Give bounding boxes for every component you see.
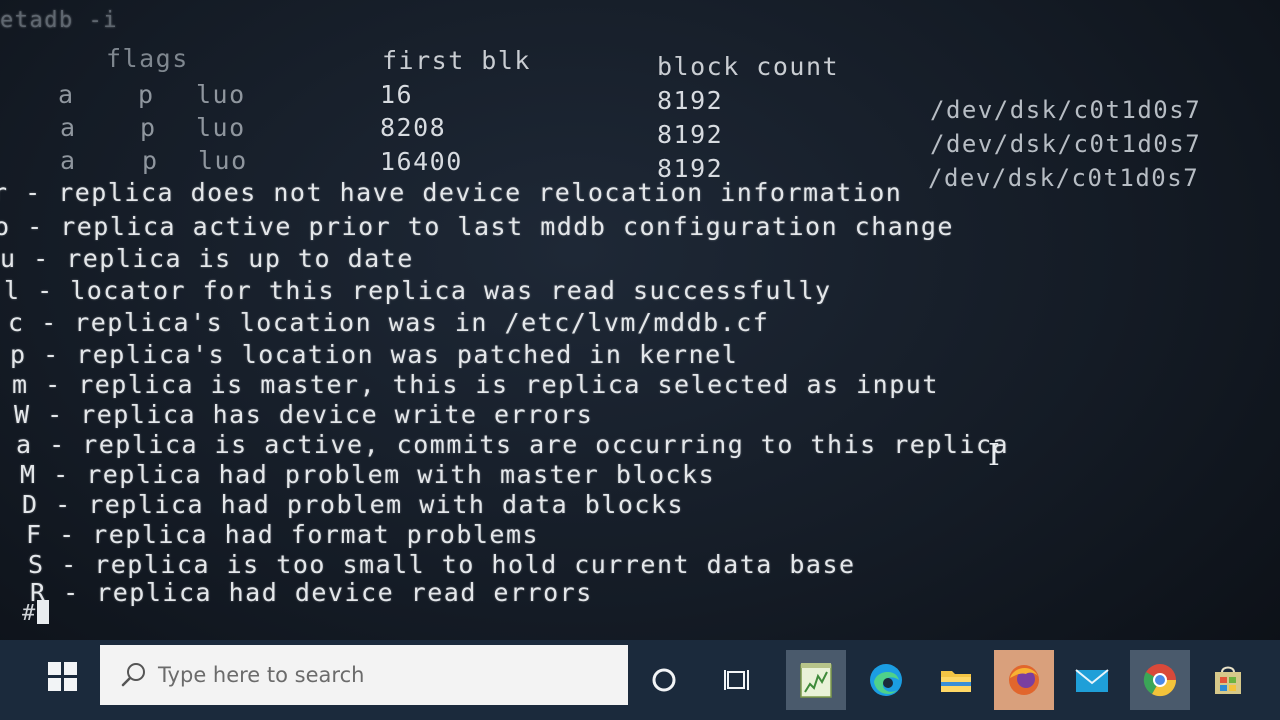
edge-icon [870, 664, 902, 696]
row-first-blk: 8208 [380, 113, 447, 142]
header-first-blk: first blk [382, 46, 531, 75]
taskbar-app-notepad-chart[interactable] [786, 650, 846, 710]
start-button[interactable] [30, 648, 94, 704]
legend-line: l - locator for this replica was read su… [4, 276, 832, 305]
legend-line: S - replica is too small to hold current… [28, 550, 856, 579]
text-cursor [37, 600, 50, 624]
row-device: /dev/dsk/c0t1d0s7 [930, 96, 1202, 124]
row-flag-a: a [60, 113, 77, 142]
mail-icon [1075, 669, 1109, 692]
ibeam-cursor-icon: I [988, 438, 1000, 473]
taskbar-search-box[interactable]: Type here to search [100, 645, 628, 705]
shell-prompt[interactable]: # [22, 600, 50, 626]
row-device: /dev/dsk/c0t1d0s7 [928, 164, 1200, 192]
notepad-chart-icon [800, 663, 832, 698]
row-first-blk: 16400 [380, 147, 463, 176]
row-flag-luo: luo [196, 80, 246, 109]
row-block-count: 8192 [657, 120, 724, 149]
legend-line: R - replica had device read errors [30, 578, 593, 607]
cortana-icon [652, 668, 676, 692]
legend-line: D - replica had problem with data blocks [22, 490, 685, 519]
legend-line: p - replica's location was patched in ke… [10, 340, 739, 369]
search-icon [116, 657, 152, 693]
row-flag-p: p [138, 80, 155, 109]
legend-line: M - replica had problem with master bloc… [20, 460, 716, 489]
row-flag-a: a [58, 80, 75, 109]
prompt-symbol: # [22, 601, 36, 626]
row-flag-a: a [60, 146, 77, 175]
taskbar-app-file-explorer[interactable] [926, 650, 986, 710]
file-explorer-icon [941, 671, 971, 692]
cortana-button[interactable] [634, 650, 694, 710]
legend-line: o - replica active prior to last mddb co… [0, 212, 954, 241]
command-fragment: etadb -i [0, 8, 118, 33]
firefox-icon [1009, 665, 1039, 695]
header-flags: flags [106, 44, 189, 73]
legend-line: u - replica is up to date [0, 244, 414, 273]
taskbar-app-edge[interactable] [856, 650, 916, 710]
windows-start-icon [47, 661, 77, 691]
chrome-icon [1143, 664, 1177, 697]
terminal-window[interactable]: etadb -i flags first blk block count a p… [0, 0, 1280, 640]
taskbar-app-chrome[interactable] [1130, 650, 1190, 710]
row-flag-p: p [142, 146, 159, 175]
legend-line: r - replica does not have device relocat… [0, 178, 903, 207]
row-device: /dev/dsk/c0t1d0s7 [930, 130, 1202, 158]
header-block-count: block count [657, 52, 840, 81]
row-first-blk: 16 [380, 80, 414, 109]
taskbar-app-mail[interactable] [1062, 650, 1122, 710]
legend-line: c - replica's location was in /etc/lvm/m… [8, 308, 770, 337]
taskbar-app-firefox[interactable] [994, 650, 1054, 710]
legend-line: a - replica is active, commits are occur… [16, 430, 1010, 459]
row-block-count: 8192 [657, 86, 724, 115]
task-view-icon [724, 670, 749, 690]
store-icon [1215, 666, 1241, 694]
search-placeholder: Type here to search [158, 663, 365, 687]
row-flag-luo: luo [198, 146, 248, 175]
row-flag-p: p [140, 113, 157, 142]
taskbar-app-store[interactable] [1198, 650, 1258, 710]
task-view-button[interactable] [708, 650, 768, 710]
legend-line: m - replica is master, this is replica s… [12, 370, 939, 399]
row-flag-luo: luo [196, 113, 246, 142]
legend-line: F - replica had format problems [26, 520, 540, 549]
legend-line: W - replica has device write errors [14, 400, 594, 429]
